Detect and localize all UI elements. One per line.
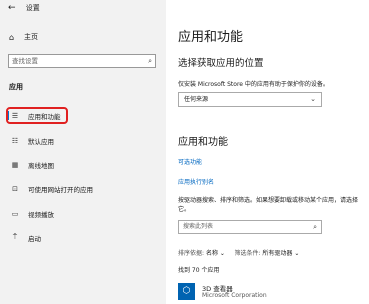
sidebar-item-label: 启动 — [28, 234, 41, 243]
sort-value: 名称 — [205, 250, 218, 257]
sort-filter-row: 排序依据: 名称 ⌄ 筛选条件: 所有驱动器 ⌄ — [178, 248, 299, 257]
app-list-search-placeholder: 搜索此列表 — [183, 223, 214, 230]
window-title: 设置 — [25, 4, 40, 12]
settings-main: 应用和功能 选择获取应用的位置 仅安装 Microsoft Store 中的应用… — [166, 0, 369, 304]
page-title: 应用和功能 — [178, 30, 244, 45]
back-arrow-icon[interactable]: ← — [8, 3, 16, 13]
sidebar-item-label: 可使用网站打开的应用 — [28, 185, 93, 194]
chevron-down-icon: ⌄ — [310, 95, 316, 103]
install-source-heading: 选择获取应用的位置 — [178, 58, 264, 69]
apps-help-text: 按驱动器搜索、排序和筛选。如果想要卸载或移动某个应用，请选择它。 — [178, 197, 359, 213]
sidebar-item-label: 视频播放 — [28, 210, 54, 219]
apps-found-count: 找到 70 个应用 — [178, 267, 220, 274]
startup-icon: ⍑ — [12, 233, 18, 241]
filter-value: 所有驱动器 — [262, 250, 293, 257]
app-list-search-input[interactable]: 搜索此列表 ⌕ — [178, 220, 322, 234]
install-source-dropdown[interactable]: 任何来源 ⌄ — [178, 92, 322, 107]
search-icon: ⌕ — [148, 57, 152, 65]
apps-list-icon: ☰ — [11, 111, 19, 120]
video-icon: ▭ — [11, 209, 19, 218]
apps-features-heading: 应用和功能 — [178, 137, 228, 148]
sidebar-item-apps-features[interactable]: ☰ 应用和功能 — [5, 108, 161, 123]
website-apps-icon: ⊡ — [12, 184, 18, 193]
default-apps-icon: ☷ — [11, 136, 19, 145]
sidebar-item-default-apps[interactable]: ☷ 默认应用 — [5, 133, 161, 148]
app-publisher: Microsoft Corporation — [202, 292, 267, 299]
install-source-description: 仅安装 Microsoft Store 中的应用有助于保护你的设备。 — [178, 81, 329, 88]
app-list-item[interactable]: ⬡ 3D 查看器 Microsoft Corporation — [178, 283, 358, 303]
search-icon: ⌕ — [313, 223, 317, 231]
filter-label: 筛选条件: — [234, 250, 261, 257]
home-icon: ⌂ — [9, 32, 15, 42]
sidebar-item-home[interactable]: ⌂ 主页 — [9, 31, 38, 43]
settings-search-input[interactable]: 查找设置 ⌕ — [8, 54, 156, 68]
sidebar-item-label: 默认应用 — [28, 137, 54, 146]
optional-features-link[interactable]: 可选功能 — [178, 157, 202, 166]
settings-sidebar: ← 设置 ⌂ 主页 查找设置 ⌕ 应用 ☰ 应用和功能 ☷ 默认应用 ▦ 离线地… — [0, 0, 166, 304]
sidebar-category-title: 应用 — [9, 83, 23, 91]
sort-label: 排序依据: — [178, 250, 205, 257]
home-label: 主页 — [24, 33, 38, 41]
map-icon: ▦ — [11, 160, 19, 169]
app-aliases-link[interactable]: 应用执行别名 — [178, 177, 214, 186]
chevron-down-icon: ⌄ — [294, 250, 300, 257]
cube-3d-icon: ⬡ — [178, 283, 195, 300]
sidebar-item-offline-maps[interactable]: ▦ 离线地图 — [5, 157, 161, 172]
sort-dropdown[interactable]: 名称 ⌄ — [206, 250, 225, 257]
sidebar-item-label: 应用和功能 — [28, 112, 61, 121]
filter-dropdown[interactable]: 所有驱动器 ⌄ — [262, 250, 299, 257]
chevron-down-icon: ⌄ — [219, 250, 225, 257]
sidebar-item-startup[interactable]: ⍑ 启动 — [5, 230, 161, 245]
sidebar-item-website-apps[interactable]: ⊡ 可使用网站打开的应用 — [5, 181, 161, 196]
sidebar-item-video-playback[interactable]: ▭ 视频播放 — [5, 206, 161, 221]
sidebar-item-label: 离线地图 — [28, 161, 54, 170]
window-titlebar: ← 设置 — [8, 3, 40, 13]
install-source-value: 任何来源 — [184, 96, 209, 103]
settings-search-placeholder: 查找设置 — [12, 57, 38, 65]
